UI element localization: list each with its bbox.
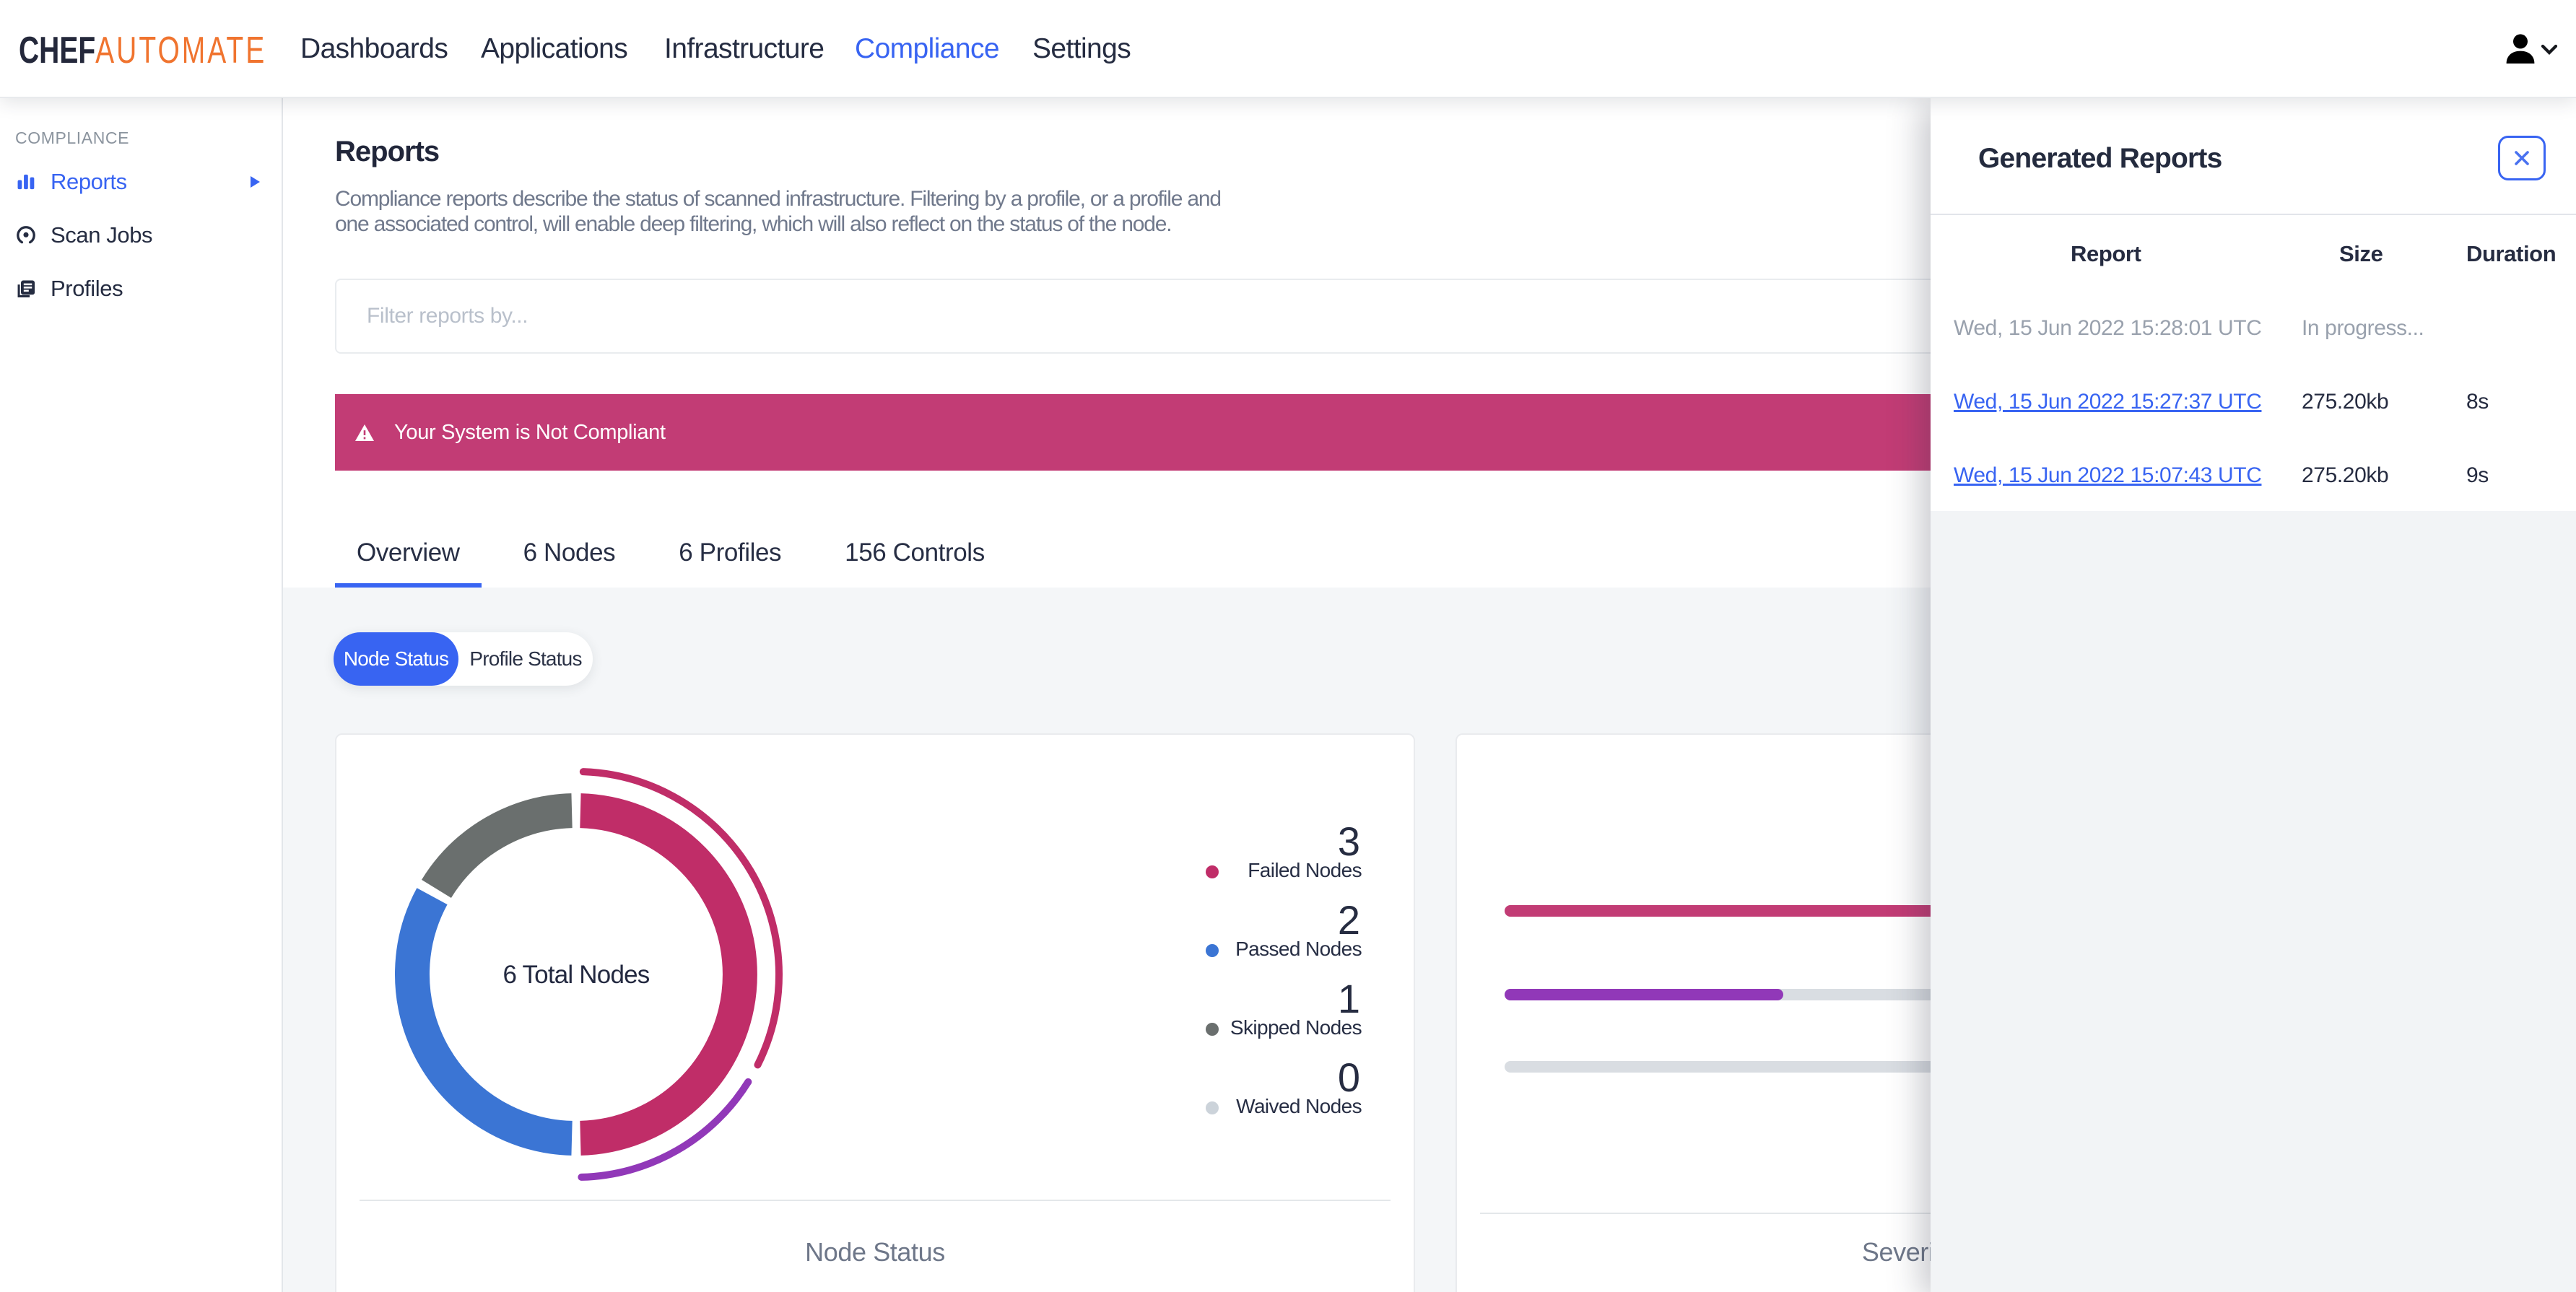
svg-text:6 Total Nodes: 6 Total Nodes	[503, 961, 650, 989]
